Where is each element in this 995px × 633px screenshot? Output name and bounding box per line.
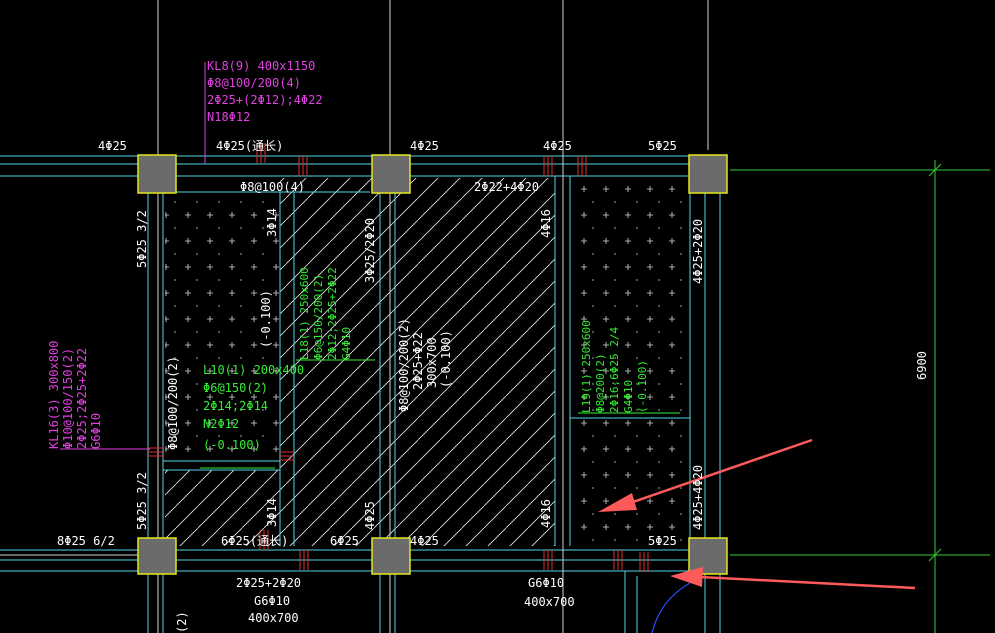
column-bottom-3 [688,537,728,575]
svg-text:2Φ14;2Φ14: 2Φ14;2Φ14 [203,399,268,413]
svg-text:2Φ25+(2Φ12);4Φ22: 2Φ25+(2Φ12);4Φ22 [207,93,323,107]
svg-text:2Φ25+2Φ20: 2Φ25+2Φ20 [236,576,301,590]
svg-text:3Φ14: 3Φ14 [265,208,279,237]
svg-text:4Φ25+2Φ20: 4Φ25+2Φ20 [691,219,705,284]
svg-text:(-0.100): (-0.100) [636,360,649,413]
svg-text:3Φ14: 3Φ14 [265,498,279,527]
column-top-2 [371,154,411,194]
column-top-1 [137,154,177,194]
svg-text:4Φ25: 4Φ25 [363,501,377,530]
svg-text:Φ6@150(2): Φ6@150(2) [203,381,268,395]
svg-text:400x700: 400x700 [524,595,575,609]
svg-text:N18Φ12: N18Φ12 [207,110,250,124]
svg-text:Φ8@100/200(4): Φ8@100/200(4) [207,76,301,90]
svg-text:Φ8@200(2): Φ8@200(2) [594,353,607,413]
svg-text:(2): (2) [175,611,189,633]
svg-text:G6Φ10: G6Φ10 [89,413,103,449]
svg-text:(-0.100): (-0.100) [203,438,261,452]
slab-hatch-plus-right-low [572,423,690,543]
svg-text:(-0.100): (-0.100) [259,290,273,348]
svg-text:Φ6@150/200(2): Φ6@150/200(2) [312,274,325,360]
svg-text:G6Φ10: G6Φ10 [254,594,290,608]
cad-drawing-canvas: 6900 KL8(9) 400x1150 Φ8@100/200(4) 2Φ25+… [0,0,995,633]
svg-text:Φ8@100(4): Φ8@100(4) [240,180,305,194]
column-bottom-1 [137,537,177,575]
svg-text:4Φ25: 4Φ25 [410,139,439,153]
svg-text:(-0.100): (-0.100) [439,330,453,388]
svg-text:G4Φ10: G4Φ10 [340,327,353,360]
svg-text:2Φ22+4Φ20: 2Φ22+4Φ20 [474,180,539,194]
svg-text:4Φ25: 4Φ25 [543,139,572,153]
column-bottom-2 [371,537,411,575]
svg-text:5Φ25 3/2: 5Φ25 3/2 [135,210,149,268]
svg-text:Φ10@100/150(2): Φ10@100/150(2) [61,348,75,449]
svg-text:Φ8@100/200(2): Φ8@100/200(2) [397,318,411,412]
svg-text:5Φ25: 5Φ25 [648,139,677,153]
svg-text:3Φ25/2Φ20: 3Φ25/2Φ20 [363,218,377,283]
svg-text:2Φ25;2Φ25+2Φ22: 2Φ25;2Φ25+2Φ22 [75,348,89,449]
svg-text:L18(1) 250x600: L18(1) 250x600 [298,267,311,360]
column-top-3 [688,154,728,194]
svg-text:4Φ25: 4Φ25 [410,534,439,548]
svg-text:4Φ16: 4Φ16 [539,499,553,528]
svg-text:6Φ25(通长): 6Φ25(通长) [221,534,288,548]
svg-text:6Φ25: 6Φ25 [330,534,359,548]
dimension-6900: 6900 [915,351,929,380]
svg-text:4Φ25+4Φ20: 4Φ25+4Φ20 [691,465,705,530]
svg-text:5Φ25: 5Φ25 [648,534,677,548]
svg-text:5Φ25 3/2: 5Φ25 3/2 [135,472,149,530]
svg-text:2Φ12;2Φ25+2Φ22: 2Φ12;2Φ25+2Φ22 [326,267,339,360]
svg-text:4Φ25(通长): 4Φ25(通长) [216,139,283,153]
svg-text:300x700: 300x700 [425,337,439,388]
svg-text:8Φ25 6/2: 8Φ25 6/2 [57,534,115,548]
svg-text:KL16(3) 300x800: KL16(3) 300x800 [47,341,61,449]
svg-text:4Φ25: 4Φ25 [98,139,127,153]
svg-text:2Φ16;6Φ25 2/4: 2Φ16;6Φ25 2/4 [608,327,621,413]
svg-text:2Φ25+Φ22: 2Φ25+Φ22 [411,332,425,390]
svg-text:L19(1) 250x600: L19(1) 250x600 [580,320,593,413]
svg-text:G4Φ10: G4Φ10 [622,380,635,413]
svg-text:4Φ16: 4Φ16 [539,209,553,238]
svg-text:Φ8@100/200(2): Φ8@100/200(2) [166,356,180,450]
svg-text:L10(1) 200x400: L10(1) 200x400 [203,363,304,377]
svg-text:G6Φ10: G6Φ10 [528,576,564,590]
svg-text:N2Φ12: N2Φ12 [203,417,239,431]
svg-text:KL8(9) 400x1150: KL8(9) 400x1150 [207,59,315,73]
svg-text:400x700: 400x700 [248,611,299,625]
